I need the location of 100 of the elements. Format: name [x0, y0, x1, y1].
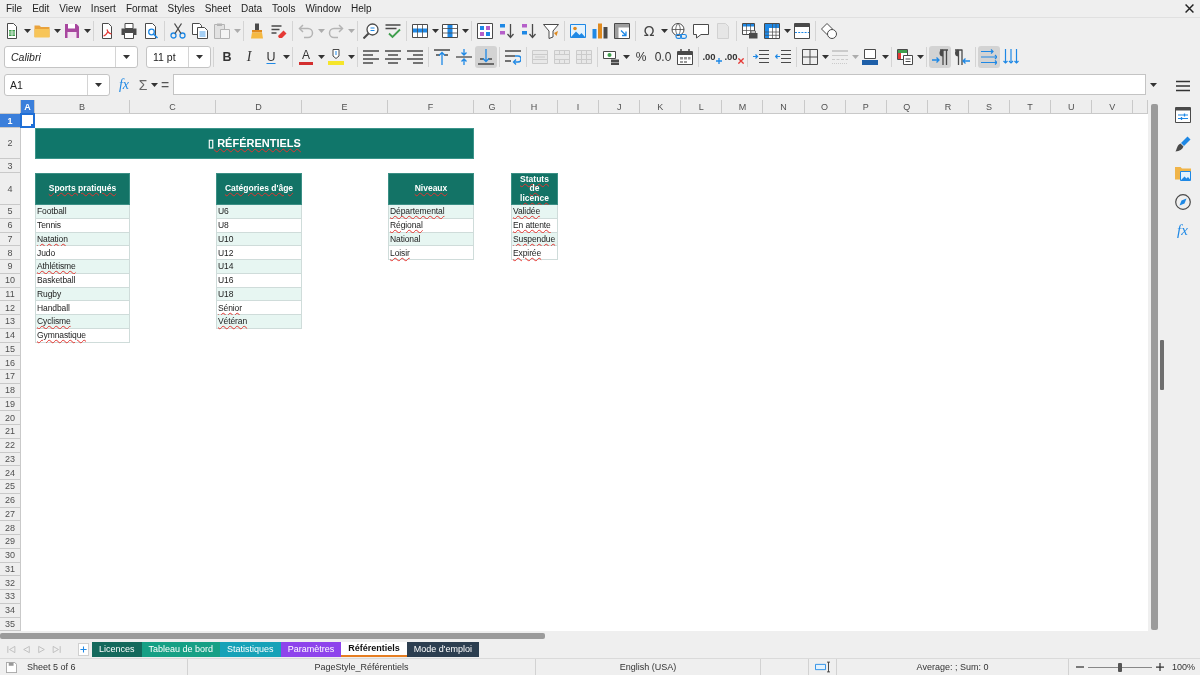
frame-bar-icon	[862, 49, 878, 65]
formula-input-field[interactable]	[173, 74, 1146, 95]
row-header[interactable]: 1	[0, 114, 21, 128]
column-header[interactable]: L	[681, 100, 723, 114]
row-header[interactable]: 24	[0, 466, 21, 480]
menu-item[interactable]: Data	[235, 0, 268, 17]
column-header[interactable]: A	[21, 100, 35, 114]
caret-icon	[431, 28, 439, 33]
left-to-right-button[interactable]	[929, 46, 951, 68]
formula-button[interactable]: =	[158, 73, 172, 96]
border-color-button[interactable]	[859, 46, 881, 68]
column-header[interactable]: S	[968, 100, 1011, 114]
menu-item[interactable]: File	[1, 0, 28, 17]
row-header[interactable]: 3	[0, 159, 21, 173]
caret-icon	[23, 28, 31, 33]
add-sheet-button[interactable]	[78, 642, 89, 656]
column-header[interactable]: U	[1051, 100, 1093, 114]
column-header[interactable]: V	[1092, 100, 1134, 114]
row-header[interactable]: 5	[0, 205, 21, 219]
zoom-slider-thumb[interactable]	[1118, 662, 1122, 672]
menu-item[interactable]: Edit	[27, 0, 55, 17]
column-header[interactable]: J	[599, 100, 641, 114]
menu-item[interactable]: Styles	[162, 0, 200, 17]
clipboard-icon	[214, 22, 230, 39]
column-header[interactable]: T	[1010, 100, 1052, 114]
column-header[interactable]: H	[511, 100, 558, 114]
row-header[interactable]: 8	[0, 246, 21, 260]
column-header[interactable]: Q	[886, 100, 928, 114]
column-header[interactable]: K	[640, 100, 682, 114]
row-header[interactable]: 28	[0, 521, 21, 535]
column-header[interactable]: R	[927, 100, 969, 114]
horizontal-text-button[interactable]	[978, 46, 1000, 68]
font-name-box[interactable]: Calibri	[4, 46, 138, 68]
column-header[interactable]: D	[216, 100, 302, 114]
row-header[interactable]: 13	[0, 315, 21, 329]
row-header[interactable]: 33	[0, 590, 21, 604]
table-grid-icon	[554, 49, 570, 65]
row-header[interactable]: 32	[0, 576, 21, 590]
align-bottom-button[interactable]	[475, 46, 497, 68]
menu-item[interactable]: View	[54, 0, 86, 17]
row-header[interactable]: 9	[0, 260, 21, 274]
column-header[interactable]: C	[130, 100, 216, 114]
underline-button[interactable]: U	[260, 46, 282, 68]
fill-handle[interactable]	[31, 124, 35, 128]
table-cell: U14	[216, 260, 302, 274]
zoom-in-button[interactable]	[1155, 660, 1165, 674]
column-header[interactable]: M	[722, 100, 764, 114]
align-top-button[interactable]	[431, 46, 453, 68]
sheet-position-label: Sheet 5 of 6	[27, 662, 76, 672]
menu-item[interactable]: Window	[300, 0, 346, 17]
row-header[interactable]: 17	[0, 370, 21, 384]
add-decimal-button[interactable]: .00	[701, 46, 723, 68]
vertical-scrollbar-thumb[interactable]	[1150, 104, 1158, 631]
paragraph-arrow-icon	[932, 49, 948, 65]
column-header[interactable]: N	[763, 100, 805, 114]
caret-icon	[916, 55, 924, 59]
special-character-button[interactable]: Ω	[638, 19, 660, 42]
sidebar-resize-handle[interactable]	[1160, 339, 1164, 390]
date-format-button[interactable]	[674, 46, 696, 68]
name-box[interactable]: A1	[4, 73, 110, 96]
menu-item[interactable]: Format	[120, 0, 163, 17]
bold-button[interactable]: B	[216, 46, 238, 68]
sheet-tab[interactable]: Mode d'emploi	[406, 641, 479, 657]
font-size-box[interactable]: 11 pt	[146, 46, 211, 68]
sheet-tab[interactable]: Paramètres	[280, 641, 342, 657]
delete-decimal-button[interactable]: .00	[723, 46, 745, 68]
row-header[interactable]: 16	[0, 356, 21, 370]
menu-item[interactable]: Insert	[85, 0, 121, 17]
column-header[interactable]: I	[558, 100, 600, 114]
column-header[interactable]: G	[474, 100, 511, 114]
column-header[interactable]: F	[388, 100, 474, 114]
table-cell: Judo	[35, 246, 130, 260]
column-heading: Sports pratiqués	[35, 173, 130, 205]
conditional-format-button[interactable]	[894, 46, 916, 68]
column-header[interactable]: O	[804, 100, 846, 114]
row-header[interactable]: 4	[0, 173, 21, 205]
highlighting-button[interactable]	[325, 46, 347, 68]
row-header[interactable]: 25	[0, 480, 21, 494]
sheet-tab[interactable]: Licences	[92, 641, 142, 657]
plus-icon	[715, 58, 722, 64]
column-header[interactable]: P	[845, 100, 887, 114]
number-format-button[interactable]: 0.0	[652, 46, 674, 68]
horizontal-scrollbar-thumb[interactable]	[0, 632, 545, 639]
row-header[interactable]: 20	[0, 411, 21, 425]
column-header[interactable]: E	[302, 100, 388, 114]
italic-button[interactable]: I	[238, 46, 260, 68]
row-header[interactable]: 21	[0, 425, 21, 439]
row-header[interactable]: 12	[0, 301, 21, 315]
menu-item[interactable]: Tools	[267, 0, 301, 17]
percent-format-button[interactable]: %	[630, 46, 652, 68]
menu-item[interactable]: Help	[346, 0, 377, 17]
borders-button[interactable]	[799, 46, 821, 68]
row-header[interactable]: 29	[0, 535, 21, 549]
menu-item[interactable]: Sheet	[199, 0, 236, 17]
sheet-tab[interactable]: Référentiels	[341, 641, 407, 657]
sum-button[interactable]: Σ	[136, 73, 150, 96]
caret-icon	[317, 55, 325, 59]
row-header[interactable]: 2	[0, 128, 21, 159]
column-header[interactable]: B	[35, 100, 130, 114]
font-color-button[interactable]: A	[295, 46, 317, 68]
